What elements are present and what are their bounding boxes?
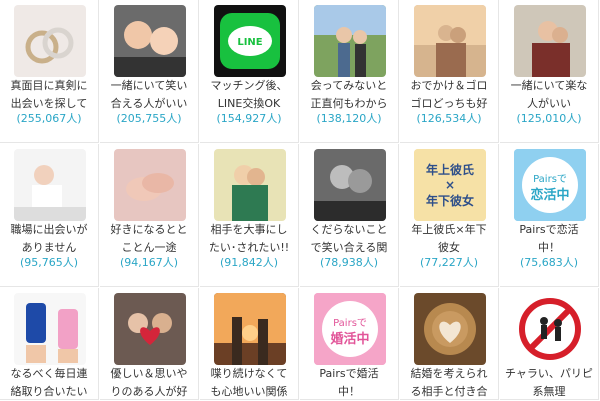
svg-text:×: ×: [445, 178, 455, 192]
latte-heart-photo: [414, 293, 486, 365]
member-count: (138,120人): [316, 112, 382, 125]
community-title: くだらないこと で笑い合える関: [310, 223, 388, 254]
community-title: マッチング後、 LINE交換OK: [210, 79, 288, 110]
community-card[interactable]: おでかけ＆ゴロ ゴロどっちも好 (126,534人): [400, 0, 499, 143]
couple-hug-photo: [514, 5, 586, 77]
svg-text:年上彼氏: 年上彼氏: [426, 162, 474, 177]
member-count: (78,938人): [319, 256, 379, 269]
community-title: 会ってみないと 正直何もわから: [310, 79, 388, 110]
heart-balloon-photo: [114, 293, 186, 365]
couple-selfie-photo: [114, 5, 186, 77]
svg-text:年下彼女: 年下彼女: [426, 193, 474, 208]
svg-text:Pairsで: Pairsで: [533, 174, 567, 185]
community-card[interactable]: 好きになるとと ことん一途 (94,167人): [100, 144, 199, 287]
couple-bw-photo: [314, 149, 386, 221]
svg-text:Pairsで: Pairsで: [333, 318, 367, 329]
woman-desk-photo: [14, 149, 86, 221]
member-count: (255,067人): [16, 112, 82, 125]
community-card[interactable]: Pairsで 恋活中 Pairsで恋活 中！ (75,683人): [500, 144, 599, 287]
community-card[interactable]: 結婚を考えられ る相手と付き合: [400, 288, 499, 400]
hands-photo: [114, 149, 186, 221]
member-count: (126,534人): [416, 112, 482, 125]
community-card[interactable]: チャラい、パリピ 系無理: [500, 288, 599, 400]
community-grid: 真面目に真剣に 出会いを探して (255,067人) 一緒にいて笑い 合える人がいい…: [0, 0, 600, 400]
rings-photo: [14, 5, 86, 77]
member-count: (95,765人): [19, 256, 79, 269]
community-card[interactable]: 相手を大事にし たい･されたい!! (91,842人): [200, 144, 299, 287]
community-card[interactable]: 一緒にいて楽な 人がいい (125,010人): [500, 0, 599, 143]
community-title: チャラい、パリピ 系無理: [505, 367, 593, 398]
community-title: 結婚を考えられ る相手と付き合: [410, 367, 488, 398]
community-title: なるべく毎日連 絡取り合いたい: [10, 367, 88, 398]
community-title: Pairsで婚活 中！: [319, 367, 379, 398]
community-card[interactable]: LINE マッチング後、 LINE交換OK (154,927人): [200, 0, 299, 143]
community-card[interactable]: 一緒にいて笑い 合える人がいい (205,755人): [100, 0, 199, 143]
svg-text:婚活中: 婚活中: [330, 331, 369, 347]
community-title: 真面目に真剣に 出会いを探して: [10, 79, 88, 110]
community-card[interactable]: 年上彼氏 × 年下彼女 年上彼氏×年下 彼女 (77,227人): [400, 144, 499, 287]
pairs-konkatsu-badge: Pairsで 婚活中: [314, 293, 386, 365]
couple-embrace-photo: [214, 149, 286, 221]
member-count: (94,167人): [119, 256, 179, 269]
line-app-icon: LINE: [214, 5, 286, 77]
community-card[interactable]: Pairsで 婚活中 Pairsで婚活 中！: [300, 288, 399, 400]
phone-photo: [14, 293, 86, 365]
couple-sunset-photo: [414, 5, 486, 77]
community-title: Pairsで恋活 中！: [519, 223, 579, 254]
no-party-sign: [514, 293, 586, 365]
svg-text:恋活中: 恋活中: [530, 187, 569, 203]
member-count: (91,842人): [219, 256, 279, 269]
community-card[interactable]: 真面目に真剣に 出会いを探して (255,067人): [0, 0, 99, 143]
member-count: (154,927人): [216, 112, 282, 125]
community-title: 一緒にいて楽な 人がいい: [510, 79, 588, 110]
community-title: 年上彼氏×年下 彼女: [411, 223, 487, 254]
community-title: 相手を大事にし たい･されたい!!: [208, 223, 290, 254]
community-card[interactable]: 会ってみないと 正直何もわから (138,120人): [300, 0, 399, 143]
community-card[interactable]: 優しい＆思いや りのある人が好: [100, 288, 199, 400]
couple-outdoor-photo: [314, 5, 386, 77]
age-gap-badge: 年上彼氏 × 年下彼女: [414, 149, 486, 221]
community-card[interactable]: 職場に出会いが ありません (95,765人): [0, 144, 99, 287]
community-title: おでかけ＆ゴロ ゴロどっちも好: [410, 79, 488, 110]
member-count: (77,227人): [419, 256, 479, 269]
community-card[interactable]: くだらないこと で笑い合える関 (78,938人): [300, 144, 399, 287]
pairs-koikatsu-badge: Pairsで 恋活中: [514, 149, 586, 221]
svg-text:LINE: LINE: [237, 37, 262, 48]
community-title: 職場に出会いが ありません: [10, 223, 88, 254]
community-title: 好きになるとと ことん一途: [110, 223, 188, 254]
member-count: (75,683人): [519, 256, 579, 269]
silhouette-sunset-photo: [214, 293, 286, 365]
community-card[interactable]: 喋り続けなくて も心地いい関係: [200, 288, 299, 400]
community-title: 喋り続けなくて も心地いい関係: [210, 367, 288, 398]
member-count: (205,755人): [116, 112, 182, 125]
community-title: 優しい＆思いや りのある人が好: [110, 367, 188, 398]
community-title: 一緒にいて笑い 合える人がいい: [110, 79, 188, 110]
community-card[interactable]: なるべく毎日連 絡取り合いたい: [0, 288, 99, 400]
member-count: (125,010人): [516, 112, 582, 125]
